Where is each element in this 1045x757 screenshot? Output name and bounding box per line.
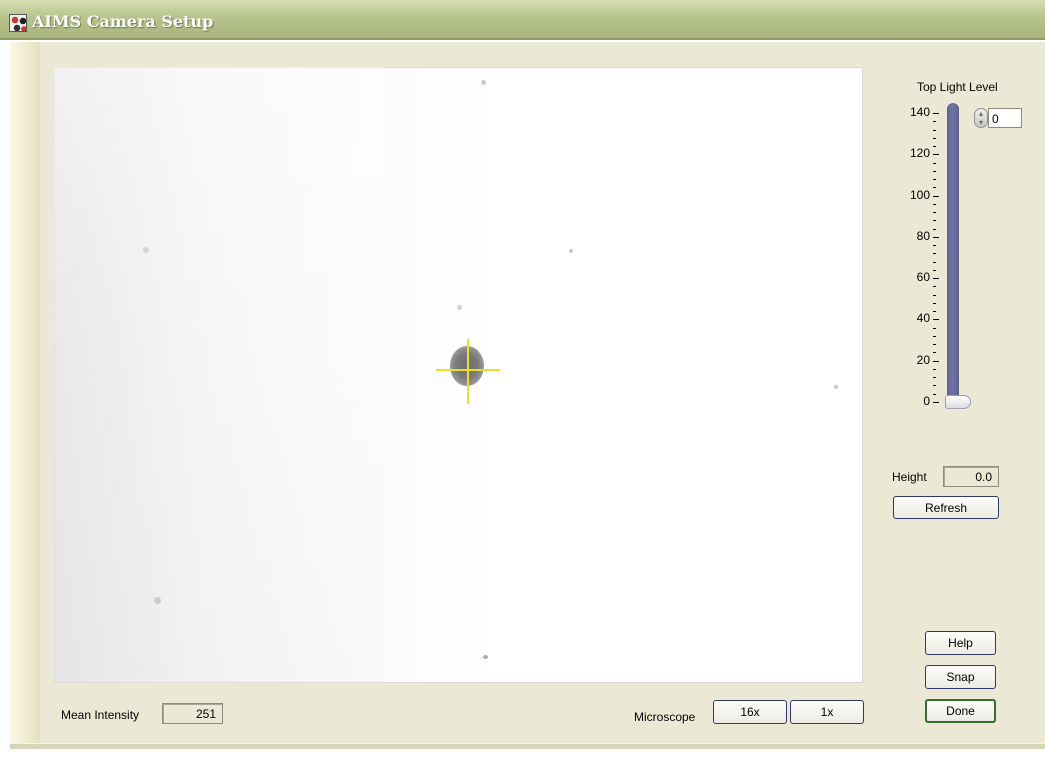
scale-minor-tick bbox=[933, 129, 936, 131]
scale-minor-tick bbox=[933, 302, 936, 304]
window-title: AIMS Camera Setup bbox=[32, 12, 214, 31]
scale-tick-label: 20 bbox=[916, 352, 930, 367]
scale-tick-label: 140 bbox=[909, 105, 930, 119]
title-bar: AIMS Camera Setup bbox=[0, 0, 1045, 40]
aims-app-icon bbox=[9, 14, 27, 32]
scale-minor-tick bbox=[933, 253, 936, 255]
scale-minor-tick bbox=[933, 245, 936, 247]
light-level-input[interactable]: 0 bbox=[988, 108, 1022, 128]
scale-major-tick bbox=[933, 319, 939, 321]
scale-minor-tick bbox=[933, 385, 936, 387]
scale-minor-tick bbox=[933, 286, 936, 288]
scale-minor-tick bbox=[933, 212, 936, 214]
up-down-spinner-icon[interactable]: ▴ ▾ bbox=[974, 108, 988, 128]
scale-minor-tick bbox=[933, 377, 936, 379]
scale-major-tick bbox=[933, 402, 939, 403]
dust-speck bbox=[481, 80, 486, 85]
scale-minor-tick bbox=[933, 393, 936, 395]
crosshair-vertical bbox=[467, 339, 469, 404]
height-value: 0.0 bbox=[943, 466, 999, 487]
light-level-slider-track[interactable] bbox=[947, 103, 959, 405]
dust-speck bbox=[143, 247, 149, 253]
snap-button[interactable]: Snap bbox=[925, 665, 996, 689]
mean-intensity-value: 251 bbox=[162, 703, 223, 724]
done-button[interactable]: Done bbox=[925, 699, 996, 723]
scale-minor-tick bbox=[933, 146, 936, 148]
magnification-1x-button[interactable]: 1x bbox=[790, 700, 864, 724]
scale-major-tick bbox=[933, 113, 939, 114]
scale-minor-tick bbox=[933, 203, 936, 205]
scale-major-tick bbox=[933, 360, 939, 362]
magnification-16x-button[interactable]: 16x bbox=[713, 700, 787, 724]
scale-minor-tick bbox=[933, 179, 936, 181]
scale-tick-label: 60 bbox=[916, 270, 930, 285]
dust-speck bbox=[154, 597, 161, 604]
scale-minor-tick bbox=[933, 187, 936, 189]
scale-tick-label: 80 bbox=[916, 228, 930, 243]
scale-minor-tick bbox=[933, 137, 936, 139]
mean-intensity-label: Mean Intensity bbox=[61, 708, 140, 722]
scale-major-tick bbox=[933, 195, 939, 197]
help-button[interactable]: Help bbox=[925, 631, 996, 655]
scale-minor-tick bbox=[933, 335, 936, 337]
scale-major-tick bbox=[933, 236, 939, 238]
scale-minor-tick bbox=[933, 344, 936, 346]
dust-speck bbox=[569, 249, 573, 253]
scale-minor-tick bbox=[933, 311, 936, 313]
bottom-bevel bbox=[10, 743, 1045, 749]
scale-tick-label: 100 bbox=[909, 187, 930, 202]
camera-shading bbox=[54, 67, 384, 683]
scale-minor-tick bbox=[933, 121, 936, 123]
scale-minor-tick bbox=[933, 352, 936, 354]
height-label: Height bbox=[892, 470, 927, 484]
scale-minor-tick bbox=[933, 170, 936, 172]
scale-minor-tick bbox=[933, 261, 936, 263]
scale-minor-tick bbox=[933, 162, 936, 164]
scale-tick-label: 40 bbox=[916, 311, 930, 326]
scale-minor-tick bbox=[933, 269, 936, 271]
dust-speck bbox=[483, 655, 488, 659]
left-bevel bbox=[10, 42, 40, 744]
scale-tick-label: 120 bbox=[909, 146, 930, 161]
scale-minor-tick bbox=[933, 294, 936, 296]
scale-minor-tick bbox=[933, 228, 936, 230]
scale-minor-tick bbox=[933, 368, 936, 370]
microscope-label: Microscope bbox=[634, 710, 696, 724]
scale-minor-tick bbox=[933, 327, 936, 329]
scale-tick-label: 0 bbox=[923, 394, 930, 408]
scale-major-tick bbox=[933, 154, 939, 156]
scale-major-tick bbox=[933, 278, 939, 280]
light-level-slider-thumb[interactable] bbox=[945, 395, 971, 409]
camera-view[interactable] bbox=[54, 67, 863, 683]
refresh-button[interactable]: Refresh bbox=[893, 496, 999, 519]
dust-speck bbox=[457, 305, 462, 310]
light-level-title: Top Light Level bbox=[917, 80, 998, 94]
scale-minor-tick bbox=[933, 220, 936, 222]
dust-speck bbox=[834, 385, 838, 389]
